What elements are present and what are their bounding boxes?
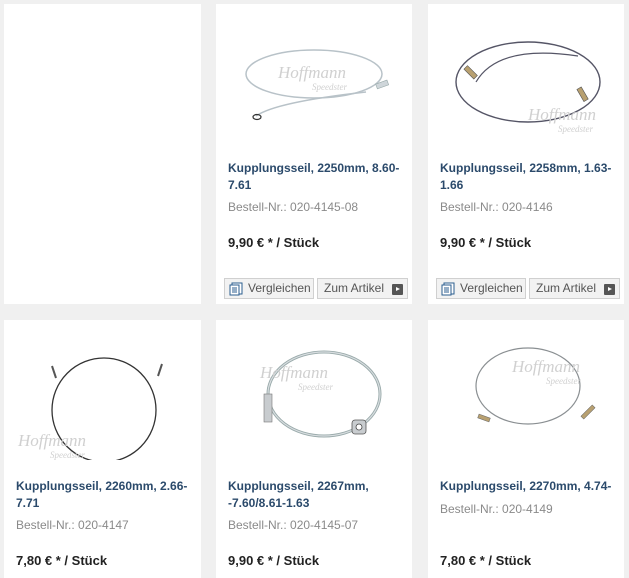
product-actions: Vergleichen Zum Artikel <box>436 278 620 300</box>
product-sku: Bestell-Nr.: 020-4146 <box>440 200 553 214</box>
product-card-empty <box>4 4 201 304</box>
product-sku: Bestell-Nr.: 020-4145-07 <box>228 518 359 532</box>
arrow-right-icon <box>392 284 403 295</box>
product-image[interactable]: Hoffmann Speedster <box>4 320 201 460</box>
svg-text:Speedster: Speedster <box>298 382 333 392</box>
compare-label: Vergleichen <box>248 281 311 295</box>
compare-button[interactable]: Vergleichen <box>436 278 526 299</box>
svg-text:Speedster: Speedster <box>50 450 85 460</box>
svg-text:Speedster: Speedster <box>558 124 593 134</box>
product-sku: Bestell-Nr.: 020-4147 <box>16 518 129 532</box>
compare-label: Vergleichen <box>460 281 523 295</box>
product-title[interactable]: Kupplungsseil, 2258mm, 1.63-1.66 <box>440 160 614 194</box>
product-title[interactable]: Kupplungsseil, 2250mm, 8.60-7.61 <box>228 160 402 194</box>
svg-text:Speedster: Speedster <box>312 82 347 92</box>
svg-text:Hoffmann: Hoffmann <box>259 363 328 382</box>
product-card[interactable]: Hoffmann Speedster Kupplungsseil, 2260mm… <box>4 320 201 578</box>
product-image[interactable]: Hoffmann Speedster <box>428 320 624 460</box>
product-card[interactable]: Hoffmann Speedster Kupplungsseil, 2250mm… <box>216 4 412 304</box>
product-card[interactable]: Hoffmann Speedster Kupplungsseil, 2270mm… <box>428 320 624 578</box>
svg-text:Hoffmann: Hoffmann <box>17 431 86 450</box>
compare-icon <box>441 282 455 296</box>
product-card[interactable]: Hoffmann Speedster Kupplungsseil, 2258mm… <box>428 4 624 304</box>
arrow-right-icon <box>604 284 615 295</box>
product-sku: Bestell-Nr.: 020-4145-08 <box>228 200 359 214</box>
svg-text:Speedster: Speedster <box>546 376 581 386</box>
product-title[interactable]: Kupplungsseil, 2270mm, 4.74- <box>440 478 614 495</box>
product-price: 9,90 € * / Stück <box>440 235 532 250</box>
product-title[interactable]: Kupplungsseil, 2260mm, 2.66-7.71 <box>16 478 191 512</box>
product-price: 7,80 € * / Stück <box>16 553 108 568</box>
compare-icon <box>229 282 243 296</box>
product-price: 9,90 € * / Stück <box>228 235 320 250</box>
to-article-label: Zum Artikel <box>324 281 385 295</box>
svg-text:Hoffmann: Hoffmann <box>527 105 596 124</box>
svg-text:Hoffmann: Hoffmann <box>277 63 346 82</box>
to-article-button[interactable]: Zum Artikel <box>529 278 620 299</box>
product-price: 9,90 € * / Stück <box>228 553 320 568</box>
product-actions: Vergleichen Zum Artikel <box>224 278 408 300</box>
product-title[interactable]: Kupplungsseil, 2267mm, -7.60/8.61-1.63 <box>228 478 402 512</box>
to-article-button[interactable]: Zum Artikel <box>317 278 408 299</box>
product-image[interactable]: Hoffmann Speedster <box>216 4 412 144</box>
product-price: 7,80 € * / Stück <box>440 553 532 568</box>
to-article-label: Zum Artikel <box>536 281 597 295</box>
product-card[interactable]: Hoffmann Speedster Kupplungsseil, 2267mm… <box>216 320 412 578</box>
compare-button[interactable]: Vergleichen <box>224 278 314 299</box>
svg-text:Hoffmann: Hoffmann <box>511 357 580 376</box>
product-image[interactable]: Hoffmann Speedster <box>428 4 624 144</box>
product-image[interactable]: Hoffmann Speedster <box>216 320 412 460</box>
product-sku: Bestell-Nr.: 020-4149 <box>440 502 553 516</box>
